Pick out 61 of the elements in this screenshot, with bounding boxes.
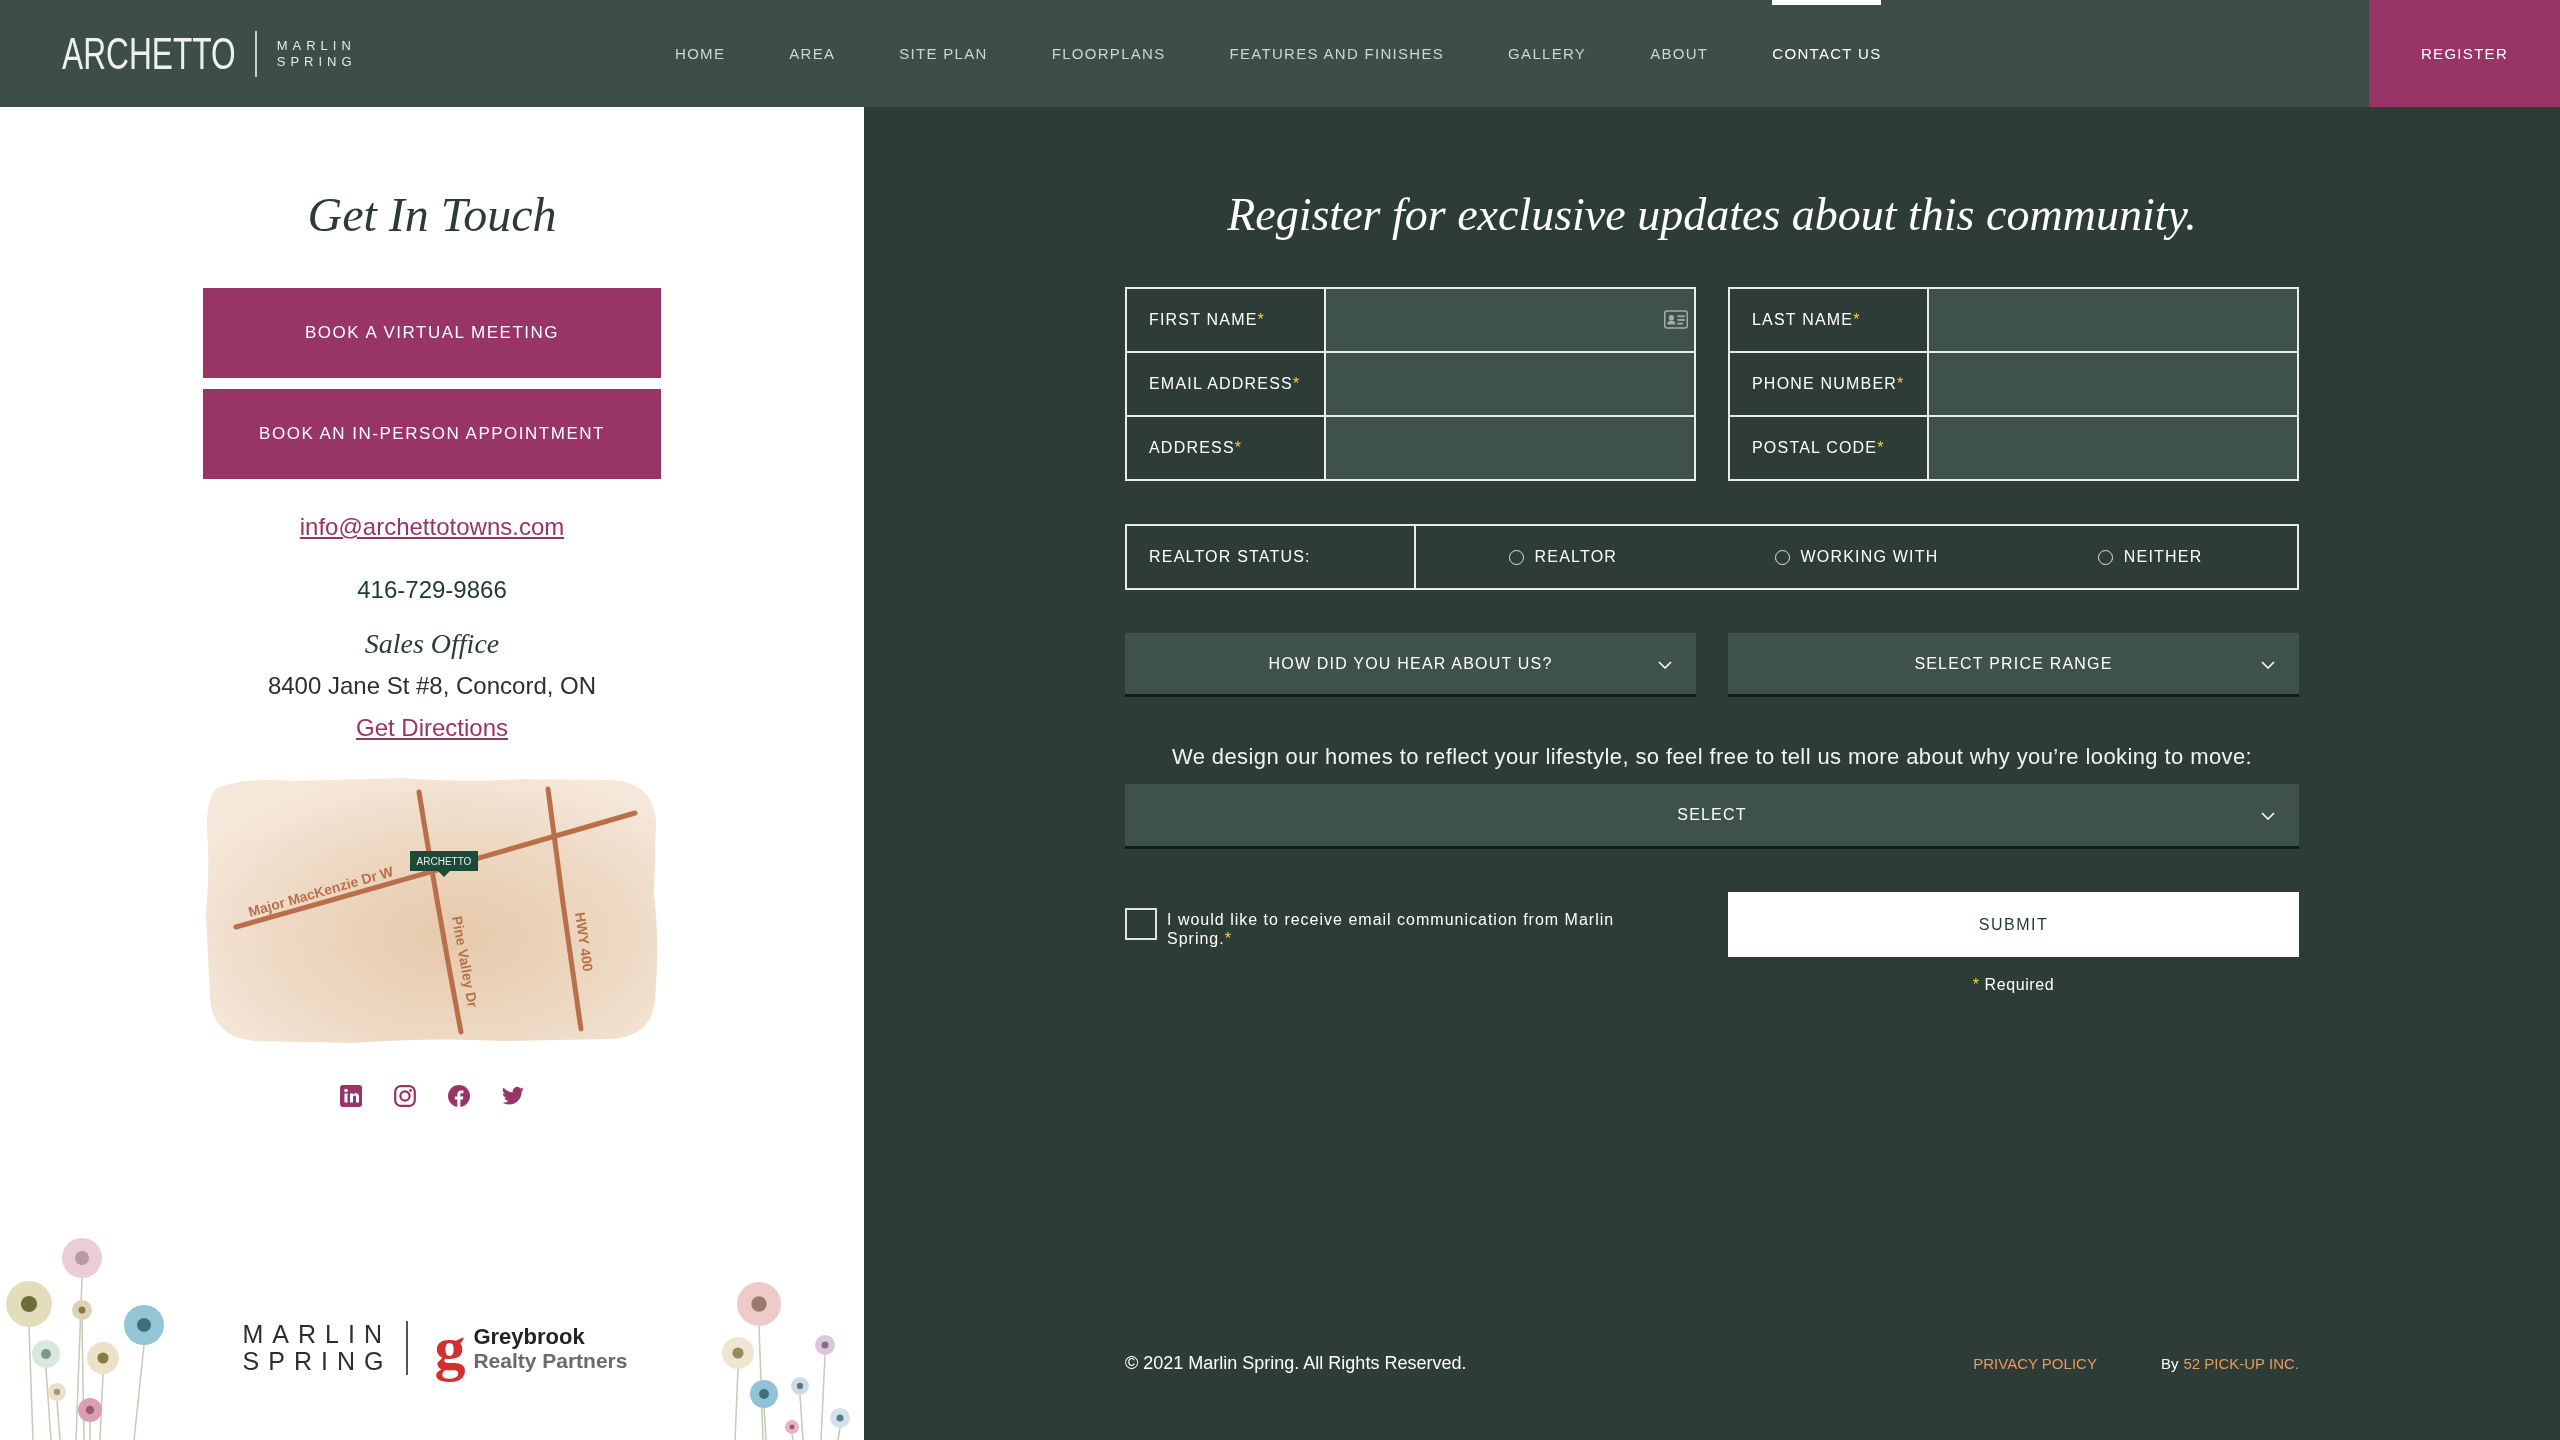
radio-label: REALTOR <box>1534 548 1618 566</box>
dropdown[interactable]: HOW DID YOU HEAR ABOUT US? <box>1125 633 1696 697</box>
nav-link[interactable]: ABOUT <box>1650 0 1709 107</box>
facebook-icon[interactable] <box>448 1085 470 1107</box>
nav-link[interactable]: AREA <box>789 0 836 107</box>
panel-title: Get In Touch <box>307 187 557 243</box>
field-label: POSTAL CODE* <box>1752 439 1885 457</box>
chevron-down-icon <box>2261 661 2275 669</box>
booking-button[interactable]: BOOK A VIRTUAL MEETING <box>203 288 661 378</box>
road-label: HWY 400 <box>572 911 597 973</box>
phone-number: 416-729-9866 <box>357 575 507 605</box>
dropdown[interactable]: SELECT PRICE RANGE <box>1728 633 2299 697</box>
developer-logo: MARLIN SPRING <box>242 1321 393 1375</box>
checkbox[interactable] <box>1125 908 1157 940</box>
form-title: Register for exclusive updates about this community. <box>1226 188 2198 242</box>
field-label: FIRST NAME* <box>1149 311 1266 329</box>
chevron-down-icon <box>2261 812 2275 820</box>
directions-link[interactable]: Get Directions <box>355 712 509 744</box>
nav-link[interactable]: GALLERY <box>1508 0 1587 107</box>
field-label: EMAIL ADDRESS* <box>1149 375 1301 393</box>
text-field[interactable] <box>1929 289 2297 351</box>
office-title: Sales Office <box>364 627 500 661</box>
linkedin-icon[interactable] <box>340 1085 362 1107</box>
partner-name: Greybrook <box>473 1323 586 1349</box>
prompt-text: We design our homes to reflect your lifestyle, so feel free to tell us more about why you’re looking to move: <box>1170 743 2254 771</box>
twitter-icon[interactable] <box>502 1085 524 1107</box>
submit-button[interactable]: SUBMIT <box>1728 892 2299 957</box>
credit-link[interactable]: 52 PICK-UP INC. <box>2183 1354 2299 1372</box>
radio-label: WORKING WITH <box>1800 548 1939 566</box>
required-note: * Required <box>1972 975 2055 995</box>
instagram-icon[interactable] <box>394 1085 416 1107</box>
nav-link[interactable]: FLOORPLANS <box>1051 0 1166 107</box>
contact-card-icon[interactable] <box>1664 310 1688 329</box>
booking-button[interactable]: BOOK AN IN-PERSON APPOINTMENT <box>203 389 661 479</box>
logo-mark: g <box>434 1313 466 1384</box>
road-label: Pine Valley Dr <box>449 914 481 1009</box>
text-field[interactable] <box>1326 417 1694 479</box>
text-field[interactable] <box>1929 353 2297 415</box>
dropdown[interactable]: SELECT <box>1125 784 2299 849</box>
field-label: LAST NAME* <box>1752 311 1861 329</box>
privacy-link[interactable]: PRIVACY POLICY <box>1973 1354 2097 1372</box>
logo-wordmark: ARCHETTO <box>62 31 236 76</box>
nav-link[interactable]: SITE PLAN <box>899 0 988 107</box>
email-link[interactable]: info@archettotowns.com <box>299 511 565 543</box>
radio-label: NEITHER <box>2123 548 2203 566</box>
field-label: REALTOR STATUS: <box>1149 548 1311 566</box>
office-address: 8400 Jane St #8, Concord, ON <box>267 671 597 701</box>
text-field[interactable] <box>1326 289 1694 351</box>
credit-label: By <box>2160 1354 2179 1372</box>
nav-link[interactable]: FEATURES AND FINISHES <box>1229 0 1445 107</box>
text-field[interactable] <box>1326 353 1694 415</box>
brand-wordmark: MARLIN SPRING <box>276 37 357 70</box>
nav-link[interactable]: HOME <box>675 0 726 107</box>
consent-text: I would like to receive email communication from Marlin Spring.* <box>1167 910 1616 948</box>
text-field[interactable] <box>1929 417 2297 479</box>
chevron-down-icon <box>1658 661 1672 669</box>
field-label: PHONE NUMBER* <box>1752 375 1905 393</box>
register-button[interactable]: REGISTER <box>2369 0 2560 107</box>
field-label: ADDRESS* <box>1149 439 1243 457</box>
partner-subtitle: Realty Partners <box>473 1348 628 1373</box>
copyright-text: © 2021 Marlin Spring. All Rights Reserved. <box>1125 1352 1467 1375</box>
